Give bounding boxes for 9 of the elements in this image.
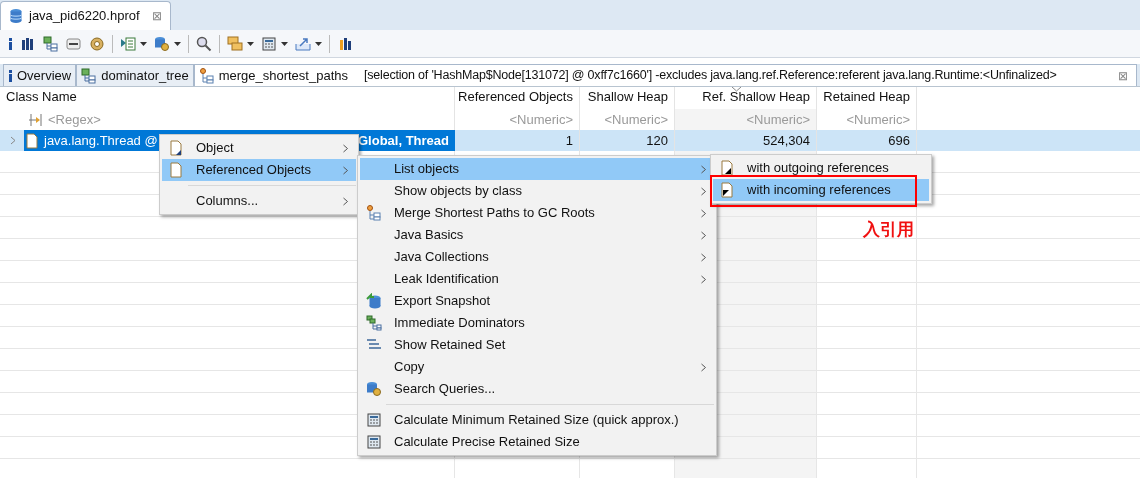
annotation-text: 入引用: [863, 218, 914, 241]
tab-title: java_pid6220.hprof: [29, 7, 140, 26]
table-cell: 1: [455, 130, 580, 151]
table-cell: 696: [817, 130, 917, 151]
tab-description: [selection of 'HashMap$Node[131072] @ 0xff7c1660'] -excludes java.lang.ref.Reference:referent java.lang.Runtime:<Unfinalized>: [364, 67, 1057, 85]
tab-title: merge_shortest_paths: [218, 66, 348, 85]
tab-title: dominator_tree: [101, 66, 189, 85]
table-cell: 120: [580, 130, 675, 151]
tab-title: Overview: [17, 66, 72, 85]
